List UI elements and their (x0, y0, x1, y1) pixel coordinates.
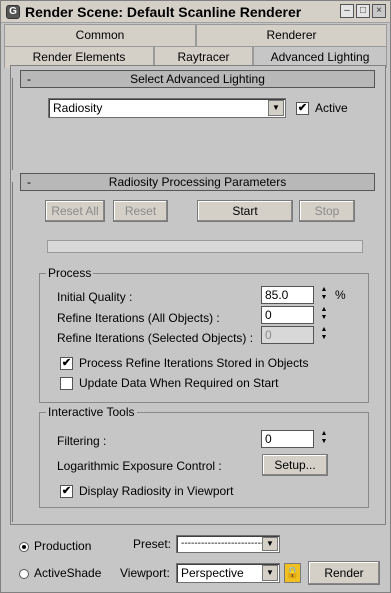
active-checkbox[interactable]: ✔ (296, 102, 309, 115)
process-refine-label: Process Refine Iterations Stored in Obje… (79, 356, 309, 370)
rollout-title: Select Advanced Lighting (130, 72, 265, 86)
lighting-plugin-value: Radiosity (53, 101, 103, 115)
display-radiosity-label: Display Radiosity in Viewport (79, 484, 234, 498)
collapse-icon: - (27, 72, 31, 86)
process-group-title: Process (46, 266, 94, 280)
chevron-down-icon: ▼ (262, 537, 278, 551)
render-button[interactable]: Render (308, 561, 380, 585)
update-data-checkbox[interactable] (60, 377, 73, 390)
spinner-arrows-icon[interactable]: ▲ ▼ (318, 430, 330, 448)
title-bar[interactable]: G Render Scene: Default Scanline Rendere… (1, 1, 390, 23)
process-refine-checkbox[interactable]: ✔ (60, 357, 73, 370)
advanced-lighting-panel: - Select Advanced Lighting Radiosity ▼ ✔… (10, 65, 386, 525)
refine-selected-label: Refine Iterations (Selected Objects) : (57, 331, 254, 345)
chevron-down-icon: ▼ (262, 565, 278, 581)
production-label: Production (34, 539, 92, 553)
viewport-label: Viewport: (120, 566, 170, 580)
lock-icon[interactable]: 🔒 (284, 563, 301, 583)
rollout-bracket (12, 78, 13, 170)
activeshade-radio[interactable] (19, 569, 29, 579)
max-logo-icon: G (6, 4, 20, 19)
preset-label: Preset: (133, 537, 172, 551)
tab-renderer[interactable]: Renderer (196, 24, 387, 46)
tab-row-top: Common Renderer (4, 24, 387, 46)
select-advanced-lighting-rollout-header[interactable]: - Select Advanced Lighting (20, 70, 375, 88)
setup-button[interactable]: Setup... (262, 454, 328, 476)
reset-all-button[interactable]: Reset All (45, 200, 105, 222)
spinner-arrows-icon[interactable]: ▲ ▼ (318, 286, 330, 304)
start-button[interactable]: Start (197, 200, 293, 222)
viewport-dropdown[interactable]: Perspective ▼ (176, 563, 280, 583)
close-button[interactable]: × (372, 4, 386, 18)
rollout-title: Radiosity Processing Parameters (108, 175, 287, 189)
collapse-icon: - (27, 175, 31, 189)
refine-selected-field[interactable]: 0 (261, 326, 314, 344)
window-controls: – □ × (340, 4, 386, 18)
tab-common[interactable]: Common (4, 24, 196, 46)
update-data-label: Update Data When Required on Start (79, 376, 279, 390)
lighting-plugin-dropdown[interactable]: Radiosity ▼ (48, 98, 286, 118)
reset-button[interactable]: Reset (113, 200, 168, 222)
window-title: Render Scene: Default Scanline Renderer (25, 3, 302, 20)
spinner-arrows-icon[interactable]: ▲ ▼ (318, 326, 330, 344)
initial-quality-field[interactable]: 85.0 (261, 286, 314, 304)
spinner-arrows-icon[interactable]: ▲ ▼ (318, 306, 330, 324)
render-scene-dialog: G Render Scene: Default Scanline Rendere… (0, 0, 391, 593)
stop-button[interactable]: Stop (299, 200, 355, 222)
viewport-value: Perspective (181, 566, 244, 580)
rollout-bracket (12, 182, 13, 522)
minimize-button[interactable]: – (340, 4, 354, 18)
radiosity-processing-rollout-header[interactable]: - Radiosity Processing Parameters (20, 173, 375, 191)
exposure-control-label: Logarithmic Exposure Control : (57, 459, 222, 473)
filtering-field[interactable]: 0 (261, 430, 314, 448)
preset-value: ------------------------- (181, 538, 265, 549)
percent-label: % (335, 288, 346, 302)
refine-all-field[interactable]: 0 (261, 306, 314, 324)
production-radio[interactable] (19, 542, 29, 552)
refine-all-label: Refine Iterations (All Objects) : (57, 311, 220, 325)
activeshade-label: ActiveShade (34, 566, 102, 580)
active-label: Active (315, 101, 348, 115)
initial-quality-label: Initial Quality : (57, 290, 133, 304)
interactive-tools-title: Interactive Tools (46, 405, 137, 419)
filtering-label: Filtering : (57, 434, 107, 448)
maximize-button[interactable]: □ (356, 4, 370, 18)
radiosity-progress-bar (47, 240, 363, 253)
display-radiosity-checkbox[interactable]: ✔ (60, 485, 73, 498)
preset-dropdown[interactable]: ------------------------- ▼ (176, 535, 280, 553)
chevron-down-icon: ▼ (268, 100, 284, 116)
